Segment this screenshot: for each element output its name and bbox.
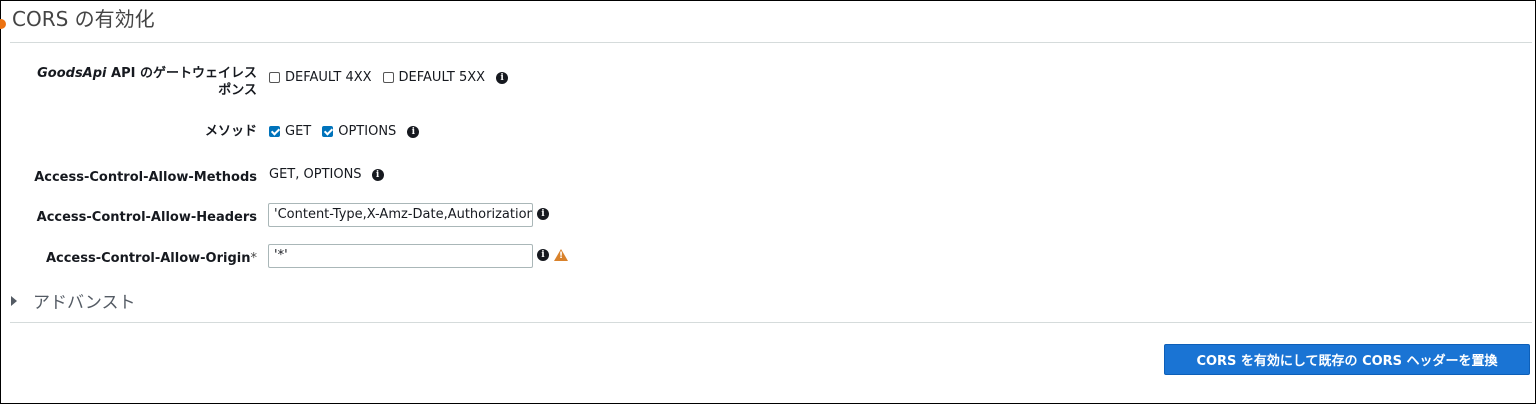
allow-origin-icons: i !: [537, 249, 568, 261]
allow-origin-label: Access-Control-Allow-Origin*: [46, 250, 257, 267]
allow-headers-label: Access-Control-Allow-Headers: [36, 210, 257, 225]
allow-headers-input[interactable]: 'Content-Type,X-Amz-Date,Authorization,X…: [268, 203, 533, 227]
required-marker: *: [250, 251, 258, 266]
status-dot: [0, 19, 6, 29]
methods-label: メソッド: [204, 124, 257, 139]
top-divider: [10, 42, 1532, 43]
allow-methods-label: Access-Control-Allow-Methods: [34, 170, 257, 185]
info-icon[interactable]: i: [537, 249, 549, 261]
page-title: CORS の有効化: [12, 7, 155, 31]
default-5xx-checkbox[interactable]: [382, 72, 394, 83]
gateway-responses-label-text: API のゲートウェイレス: [106, 66, 257, 81]
get-checkbox[interactable]: [269, 126, 280, 137]
default-4xx-label[interactable]: DEFAULT 4XX: [285, 70, 372, 85]
allow-origin-label-text: Access-Control-Allow-Origin: [45, 251, 251, 266]
options-label[interactable]: OPTIONS: [338, 124, 396, 139]
info-icon[interactable]: i: [537, 208, 549, 220]
advanced-label: アドバンスト: [33, 293, 136, 313]
api-name: GoodsApi: [37, 66, 107, 81]
caret-right-icon: [11, 295, 17, 306]
get-label[interactable]: GET: [285, 124, 311, 139]
advanced-toggle[interactable]: アドバンスト: [11, 288, 136, 313]
enable-cors-button[interactable]: CORS を有効にして既存の CORS ヘッダーを置換: [1164, 344, 1530, 375]
allow-methods-value: GET, OPTIONS: [269, 167, 362, 182]
warning-icon: !: [554, 249, 568, 261]
gateway-responses-options: DEFAULT 4XX DEFAULT 5XX i: [269, 70, 509, 85]
allow-origin-input[interactable]: '*': [268, 244, 533, 268]
bottom-divider: [10, 322, 1532, 323]
cors-panel: CORS の有効化 GoodsApi API のゲートウェイレス ポンス DEF…: [0, 0, 1536, 404]
gateway-responses-label-line2: ポンス: [218, 83, 257, 98]
info-icon[interactable]: i: [371, 168, 384, 181]
info-icon[interactable]: i: [496, 71, 509, 84]
default-5xx-label[interactable]: DEFAULT 5XX: [399, 70, 486, 85]
options-checkbox[interactable]: [322, 126, 334, 137]
gateway-responses-label: GoodsApi API のゲートウェイレス ポンス: [37, 65, 257, 99]
default-4xx-checkbox[interactable]: [269, 72, 280, 83]
methods-options: GET OPTIONS i: [269, 124, 420, 139]
allow-headers-info: i: [537, 208, 549, 220]
info-icon[interactable]: i: [407, 125, 420, 138]
allow-methods-row: GET, OPTIONS i: [269, 167, 384, 182]
